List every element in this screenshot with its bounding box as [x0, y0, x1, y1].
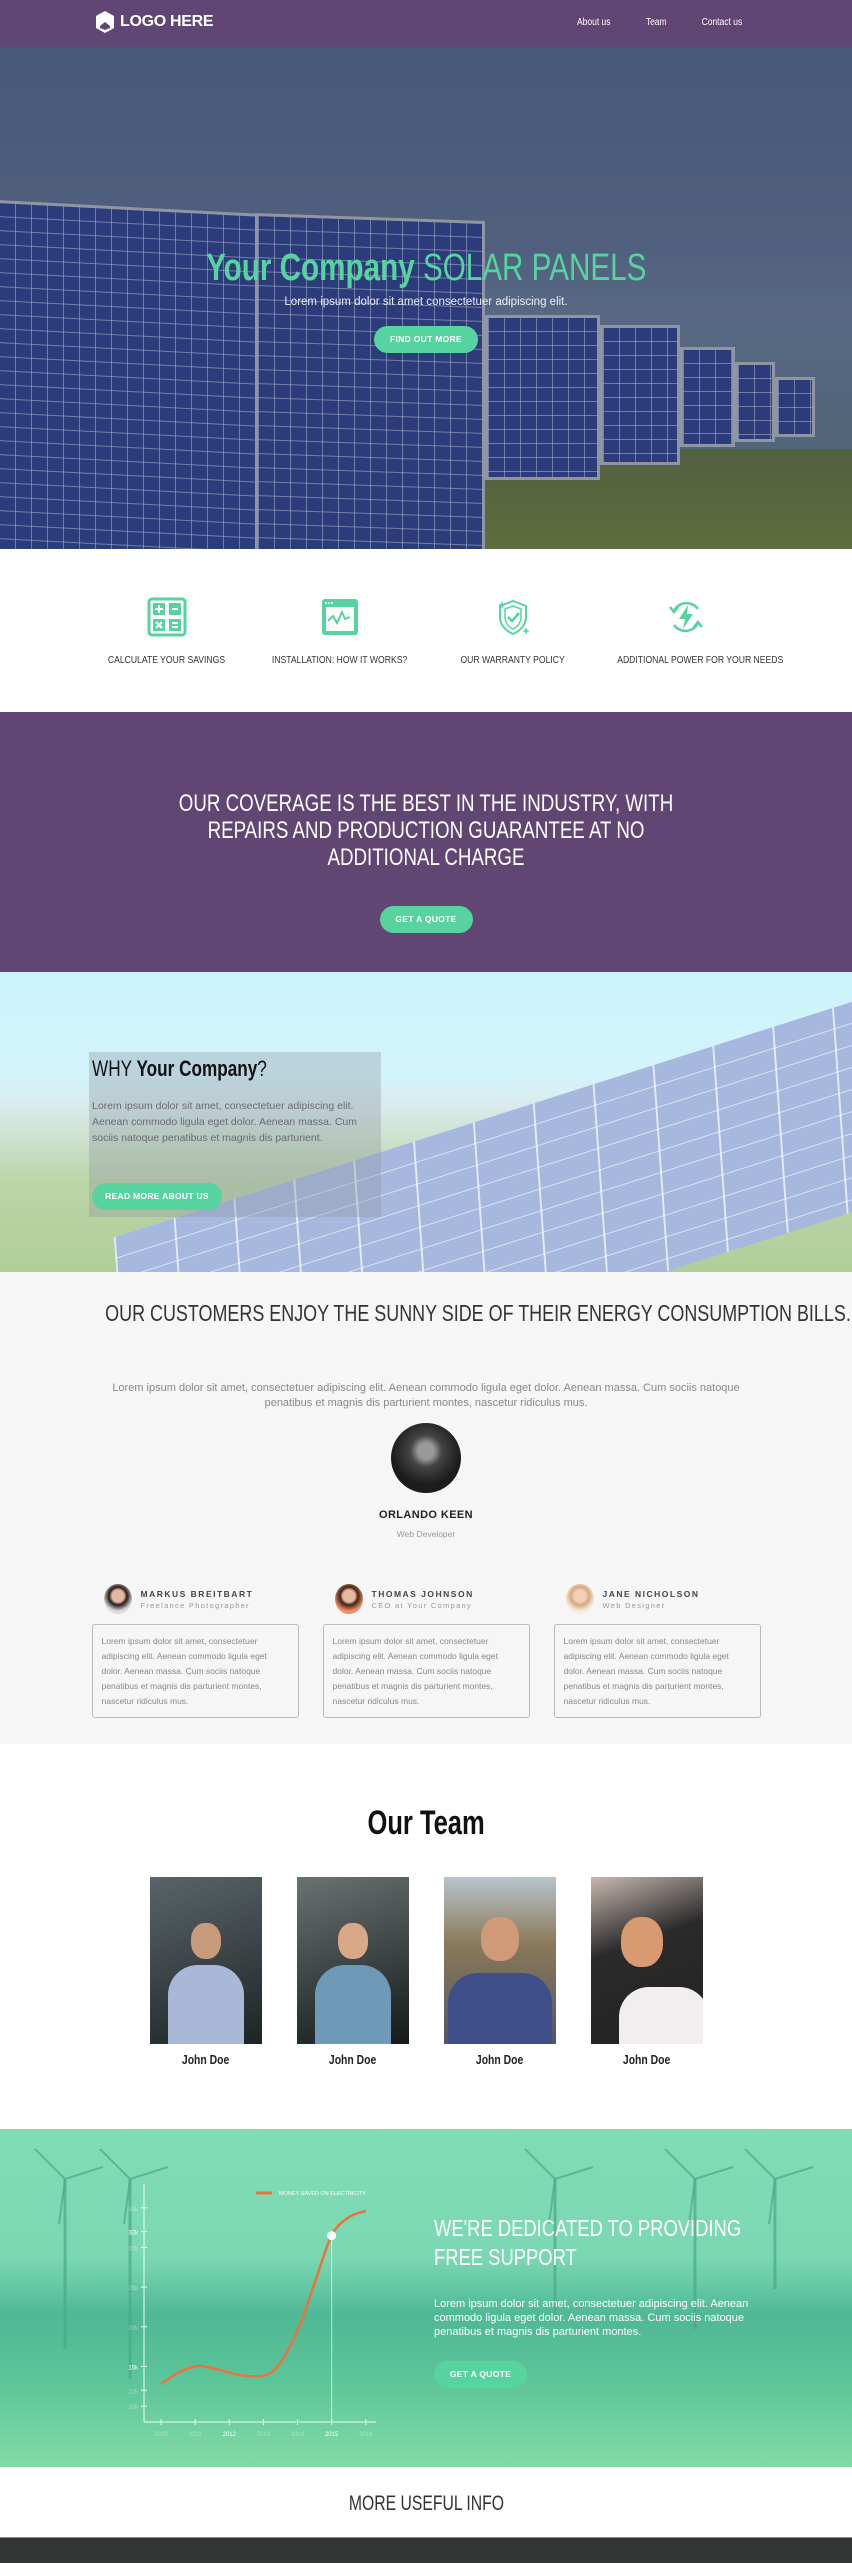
card-name: JANE NICHOLSON	[602, 1588, 700, 1599]
why-heading-bold: Your Company	[136, 1056, 258, 1081]
coverage-section: OUR COVERAGE IS THE BEST IN THE INDUSTRY…	[0, 712, 852, 972]
x-tick-label: 2014	[291, 2432, 305, 2438]
nav-link-team[interactable]: Team	[646, 17, 667, 28]
avatar	[334, 1584, 363, 1614]
logo-icon	[96, 11, 114, 33]
feature-label: CALCULATE YOUR SAVINGS	[107, 654, 226, 666]
featured-role: Web Developer	[396, 1529, 456, 1539]
card-role: Web Designer	[602, 1600, 666, 1610]
hero-section: Your Company SOLAR PANELS Lorem ipsum do…	[0, 47, 852, 549]
x-tick-label: 2010	[154, 2432, 168, 2438]
x-tick-label: 2013	[257, 2432, 271, 2438]
hero-title-bold: Your Company	[205, 247, 415, 289]
card-role: Freelance Photographer	[140, 1600, 250, 1610]
card-name: MARKUS BREITBART	[140, 1588, 254, 1599]
testimonials-intro: Lorem ipsum dolor sit amet, consectetuer…	[112, 1382, 740, 1409]
why-section: WHY Your Company? Lorem ipsum dolor sit …	[0, 972, 852, 1272]
legend-label: MONEY SAVED ON ELECTRICITY	[279, 2191, 366, 2197]
feature-label: OUR WARRANTY POLICY	[460, 654, 565, 666]
logo-text: LOGO HERE	[120, 13, 214, 30]
wind-turbine-blades	[744, 2148, 814, 2225]
y-tick-label: 25k	[128, 2286, 139, 2292]
footer	[0, 2537, 852, 2563]
member-photo	[443, 1877, 556, 2044]
feature-warranty[interactable]: OUR WARRANTY POLICY	[426, 597, 599, 712]
team-member[interactable]: John Doe	[443, 1877, 556, 2069]
featured-avatar	[391, 1423, 461, 1493]
support-heading: WE'RE DEDICATED TO PROVIDING FREE SUPPOR…	[434, 2215, 742, 2270]
member-name: John Doe	[622, 2052, 671, 2067]
team-section: Our Team John Doe John Doe John Doe John…	[0, 1744, 852, 2129]
more-info-heading: MORE USEFUL INFO	[348, 2492, 504, 2515]
card-text: Lorem ipsum dolor sit amet, consectetuer…	[553, 1624, 761, 1718]
y-tick-label: 12k	[128, 2389, 139, 2395]
wind-turbine-blades	[664, 2148, 734, 2225]
y-tick-label: 32k	[128, 2231, 139, 2237]
shield-check-icon	[497, 599, 530, 636]
hero-title-light: SOLAR PANELS	[422, 247, 647, 289]
avatar	[103, 1584, 132, 1614]
y-tick-label: 10k	[128, 2405, 139, 2411]
feature-label: INSTALLATION: HOW IT WORKS?	[271, 654, 408, 666]
x-tick-label: 2012	[223, 2432, 237, 2438]
member-name: John Doe	[181, 2052, 230, 2067]
why-heading-prefix: WHY	[92, 1056, 132, 1081]
read-more-button[interactable]: READ MORE ABOUT US	[92, 1183, 222, 1210]
testimonials-section: OUR CUSTOMERS ENJOY THE SUNNY SIDE OF TH…	[0, 1272, 852, 1744]
chart-window-icon	[321, 599, 358, 635]
card-text: Lorem ipsum dolor sit amet, consectetuer…	[322, 1624, 530, 1718]
x-tick-label: 2015	[325, 2432, 339, 2438]
top-nav: LOGO HERE About us Team Contact us	[0, 0, 852, 47]
team-member[interactable]: John Doe	[590, 1877, 703, 2069]
more-info-section: MORE USEFUL INFO	[0, 2467, 852, 2537]
y-tick-label: 20k	[128, 2326, 139, 2332]
avatar	[565, 1584, 594, 1614]
why-heading-suffix: ?	[257, 1056, 267, 1081]
member-name: John Doe	[475, 2052, 524, 2067]
member-name: John Doe	[328, 2052, 377, 2067]
find-out-more-button[interactable]: FIND OUT MORE	[374, 326, 478, 353]
member-photo	[296, 1877, 409, 2044]
card-name: THOMAS JOHNSON	[371, 1588, 474, 1599]
testimonial-card: THOMAS JOHNSON CEO at Your Company Lorem…	[322, 1581, 530, 1718]
x-tick-label: 2011	[189, 2432, 203, 2438]
logo[interactable]: LOGO HERE	[94, 10, 214, 34]
member-photo	[590, 1877, 703, 2044]
calculator-icon	[147, 597, 186, 637]
feature-installation[interactable]: INSTALLATION: HOW IT WORKS?	[253, 597, 426, 712]
team-heading: Our Team	[367, 1804, 485, 1842]
card-role: CEO at Your Company	[371, 1600, 473, 1610]
testimonial-card: JANE NICHOLSON Web Designer Lorem ipsum …	[553, 1581, 761, 1718]
nav-link-about[interactable]: About us	[577, 17, 611, 28]
support-get-a-quote-button[interactable]: GET A QUOTE	[434, 2361, 527, 2388]
nav-link-contact[interactable]: Contact us	[702, 17, 743, 28]
why-text: Lorem ipsum dolor sit amet, consectetuer…	[92, 1100, 357, 1144]
why-heading: WHY Your Company?	[92, 1056, 267, 1082]
feature-calculate-savings[interactable]: CALCULATE YOUR SAVINGS	[80, 597, 253, 712]
x-tick-label: 2016	[359, 2432, 373, 2438]
y-tick-label: 35k	[128, 2207, 139, 2213]
testimonial-card: MARKUS BREITBART Freelance Photographer …	[91, 1581, 299, 1718]
y-tick-label: 15k	[128, 2365, 139, 2371]
team-member[interactable]: John Doe	[149, 1877, 262, 2069]
features-section: CALCULATE YOUR SAVINGS INSTALLATION: HOW…	[0, 549, 852, 712]
power-cycle-icon	[668, 601, 703, 633]
support-text: Lorem ipsum dolor sit amet, consectetuer…	[434, 2298, 749, 2338]
get-a-quote-button[interactable]: GET A QUOTE	[379, 906, 473, 933]
coverage-heading: OUR COVERAGE IS THE BEST IN THE INDUSTRY…	[178, 790, 674, 871]
support-section: 10k 12k 15k 20k 25k 30k 32k 35k 2010 2011 2012 2013…	[0, 2129, 852, 2467]
hero-subtitle: Lorem ipsum dolor sit amet consectetuer …	[284, 296, 568, 308]
feature-label: ADDITIONAL POWER FOR YOUR NEEDS	[617, 654, 784, 666]
feature-additional-power[interactable]: ADDITIONAL POWER FOR YOUR NEEDS	[599, 597, 783, 712]
testimonials-heading: OUR CUSTOMERS ENJOY THE SUNNY SIDE OF TH…	[105, 1300, 851, 1326]
card-text: Lorem ipsum dolor sit amet, consectetuer…	[91, 1624, 299, 1718]
highlight-point	[327, 2231, 337, 2241]
hero-title: Your Company SOLAR PANELS	[206, 247, 646, 290]
wind-turbine-blades	[524, 2148, 594, 2225]
wind-turbine-blades	[34, 2148, 104, 2225]
y-tick-label: 30k	[128, 2246, 139, 2252]
featured-name: ORLANDO KEEN	[378, 1509, 474, 1521]
member-photo	[149, 1877, 262, 2044]
team-member[interactable]: John Doe	[296, 1877, 409, 2069]
